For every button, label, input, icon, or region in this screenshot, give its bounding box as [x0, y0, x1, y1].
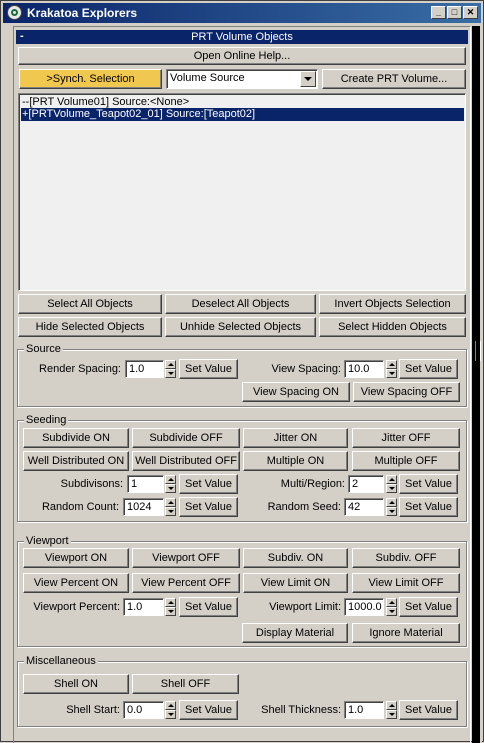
view-spacing-spinner[interactable]	[386, 360, 397, 378]
subdiv-on-button[interactable]: Subdiv. ON	[243, 548, 348, 568]
viewport-limit-field[interactable]: 1000.0	[344, 598, 384, 616]
view-spacing-label: View Spacing:	[271, 363, 341, 375]
viewport-percent-spinner[interactable]	[165, 598, 176, 616]
shell-start-field[interactable]: 0.0	[123, 701, 164, 719]
view-spacing-on-button[interactable]: View Spacing ON	[242, 382, 350, 402]
random-seed-field[interactable]: 42	[344, 498, 384, 516]
scrollbar[interactable]	[472, 26, 482, 743]
seeding-group-title: Seeding	[24, 414, 69, 426]
multiple-on-button[interactable]: Multiple ON	[243, 451, 348, 471]
subdivisions-field[interactable]: 1	[127, 475, 164, 493]
viewport-group-title: Viewport	[24, 535, 71, 547]
scrollbar-thumb[interactable]	[472, 26, 480, 743]
viewport-percent-set-button[interactable]: Set Value	[179, 597, 238, 617]
title-bar[interactable]: Krakatoa Explorers _ □ ✕	[3, 3, 481, 23]
render-spacing-set-button[interactable]: Set Value	[179, 359, 238, 379]
render-spacing-field[interactable]: 1.0	[125, 360, 164, 378]
create-prt-volume-button[interactable]: Create PRT Volume...	[322, 69, 466, 89]
shell-start-set-button[interactable]: Set Value	[179, 700, 238, 720]
multiple-off-button[interactable]: Multiple OFF	[352, 451, 460, 471]
shell-thickness-field[interactable]: 1.0	[344, 701, 384, 719]
multi-region-field[interactable]: 2	[348, 475, 384, 493]
viewport-limit-set-button[interactable]: Set Value	[399, 597, 458, 617]
chevron-down-icon[interactable]	[300, 71, 316, 87]
hide-selected-button[interactable]: Hide Selected Objects	[18, 317, 162, 337]
multi-region-label: Multi/Region:	[280, 478, 345, 490]
view-spacing-set-button[interactable]: Set Value	[399, 359, 458, 379]
rollout-header[interactable]: - PRT Volume Objects	[16, 30, 468, 44]
app-window: Krakatoa Explorers _ □ ✕ - PRT Volume Ob…	[0, 0, 484, 743]
render-spacing-label: Render Spacing:	[39, 363, 121, 375]
shell-off-button[interactable]: Shell OFF	[132, 674, 239, 694]
rollout-title: PRT Volume Objects	[191, 31, 293, 43]
shell-thickness-set-button[interactable]: Set Value	[399, 700, 458, 720]
view-percent-on-button[interactable]: View Percent ON	[23, 573, 129, 593]
select-all-objects-button[interactable]: Select All Objects	[18, 294, 162, 314]
view-spacing-field[interactable]: 10.0	[344, 360, 384, 378]
shell-on-button[interactable]: Shell ON	[23, 674, 129, 694]
list-item-selected[interactable]: +[PRTVolume_Teapot02_01] Source:[Teapot0…	[21, 108, 464, 121]
multi-region-spinner[interactable]	[386, 475, 397, 493]
prt-volume-list[interactable]: --[PRT Volume01] Source:<None> +[PRTVolu…	[18, 93, 466, 291]
window-title: Krakatoa Explorers	[27, 6, 138, 20]
random-count-spinner[interactable]	[165, 498, 176, 516]
view-limit-off-button[interactable]: View Limit OFF	[352, 573, 460, 593]
shell-start-label: Shell Start:	[66, 704, 120, 716]
display-material-button[interactable]: Display Material	[242, 623, 348, 643]
random-seed-label: Random Seed:	[267, 501, 341, 513]
source-group-title: Source	[24, 343, 63, 355]
subdivide-on-button[interactable]: Subdivide ON	[23, 428, 129, 448]
well-distributed-on-button[interactable]: Well Distributed ON	[23, 451, 129, 471]
random-count-set-button[interactable]: Set Value	[179, 497, 238, 517]
multi-region-set-button[interactable]: Set Value	[399, 474, 458, 494]
misc-group-title: Miscellaneous	[24, 655, 98, 667]
open-help-button[interactable]: Open Online Help...	[18, 47, 466, 65]
close-icon[interactable]: ✕	[463, 6, 478, 19]
random-count-label: Random Count:	[41, 501, 119, 513]
invert-selection-button[interactable]: Invert Objects Selection	[319, 294, 466, 314]
view-limit-on-button[interactable]: View Limit ON	[243, 573, 348, 593]
random-seed-spinner[interactable]	[386, 498, 397, 516]
subdivisions-spinner[interactable]	[165, 475, 176, 493]
subdivide-off-button[interactable]: Subdivide OFF	[132, 428, 240, 448]
viewport-percent-field[interactable]: 1.0	[123, 598, 164, 616]
ignore-material-button[interactable]: Ignore Material	[352, 623, 460, 643]
viewport-on-button[interactable]: Viewport ON	[23, 548, 129, 568]
viewport-off-button[interactable]: Viewport OFF	[132, 548, 240, 568]
jitter-off-button[interactable]: Jitter OFF	[352, 428, 460, 448]
viewport-percent-label: Viewport Percent:	[33, 601, 120, 613]
jitter-on-button[interactable]: Jitter ON	[243, 428, 348, 448]
viewport-limit-label: Viewport Limit:	[269, 601, 341, 613]
render-spacing-spinner[interactable]	[165, 360, 176, 378]
select-hidden-button[interactable]: Select Hidden Objects	[319, 317, 466, 337]
viewport-limit-spinner[interactable]	[386, 598, 397, 616]
shell-thickness-label: Shell Thickness:	[261, 704, 341, 716]
unhide-selected-button[interactable]: Unhide Selected Objects	[165, 317, 316, 337]
view-percent-off-button[interactable]: View Percent OFF	[132, 573, 240, 593]
view-spacing-off-button[interactable]: View Spacing OFF	[353, 382, 460, 402]
shell-start-spinner[interactable]	[165, 701, 176, 719]
deselect-all-objects-button[interactable]: Deselect All Objects	[165, 294, 316, 314]
subdiv-off-button[interactable]: Subdiv. OFF	[352, 548, 460, 568]
maximize-icon[interactable]: □	[447, 6, 462, 19]
panel-resize-grip[interactable]	[475, 341, 481, 361]
well-distributed-off-button[interactable]: Well Distributed OFF	[132, 451, 240, 471]
synch-selection-button[interactable]: >Synch. Selection	[19, 69, 162, 89]
minimize-icon[interactable]: _	[431, 6, 446, 19]
subdivisions-label: Subdivisons:	[60, 478, 123, 490]
source-type-dropdown[interactable]: Volume Source	[166, 69, 318, 89]
random-seed-set-button[interactable]: Set Value	[399, 497, 458, 517]
random-count-field[interactable]: 1024	[123, 498, 164, 516]
source-type-value: Volume Source	[170, 72, 245, 84]
shell-thickness-spinner[interactable]	[386, 701, 397, 719]
subdivisions-set-button[interactable]: Set Value	[179, 474, 238, 494]
app-icon	[7, 5, 22, 20]
